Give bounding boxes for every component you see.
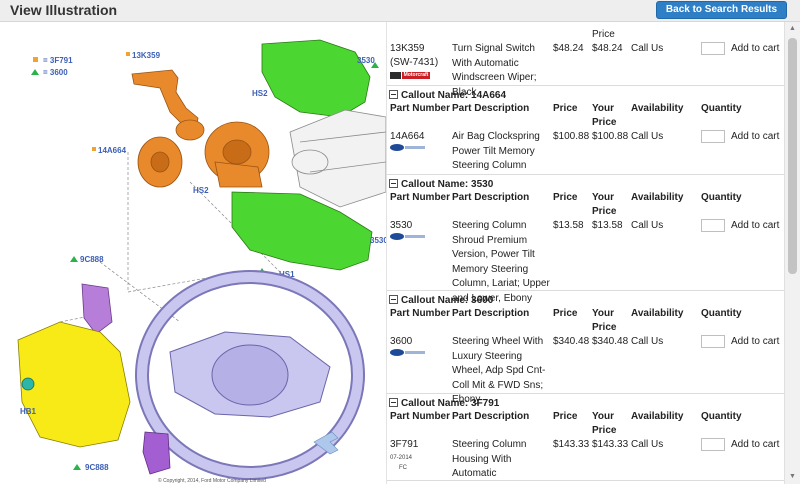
part-description-14a664: Air Bag Clockspring Power Tilt Memory St…	[452, 131, 540, 171]
your-price-13k359: $48.24	[592, 43, 623, 54]
collapse-icon[interactable]	[389, 179, 398, 188]
legend-3f791: = 3F791	[43, 56, 73, 65]
add-to-cart-3f791[interactable]: Add to cart	[731, 439, 779, 450]
collapse-icon[interactable]	[389, 295, 398, 304]
col-availability: Availability	[631, 103, 684, 114]
callout-header-3f791[interactable]: Callout Name: 3F791	[389, 397, 499, 409]
availability-3f791: Call Us	[631, 439, 664, 450]
availability-3600: Call Us	[631, 336, 664, 347]
add-to-cart-13k359[interactable]: Add to cart	[731, 43, 779, 54]
part-number-13k359: 13K359	[390, 43, 425, 54]
callout-9c888-top: 9C888	[80, 255, 104, 264]
your-price-header-tail: Price	[592, 29, 615, 40]
page-header: View Illustration Back to Search Results	[0, 0, 800, 22]
your-price-3530: $13.58	[592, 220, 623, 231]
callout-header-3530[interactable]: Callout Name: 3530	[389, 178, 493, 190]
ford-logo-icon	[390, 144, 426, 151]
ford-logo-icon	[390, 233, 426, 240]
parts-results-panel: Price 13K359 (SW-7431) Motorcraft Turn S…	[386, 22, 784, 484]
scroll-up-icon[interactable]: ▲	[785, 22, 800, 36]
col-quantity: Quantity	[701, 103, 742, 114]
availability-13k359: Call Us	[631, 43, 664, 54]
part-description-3f791: Steering Column Housing With Automatic	[452, 439, 527, 479]
callout-header-3600[interactable]: Callout Name: 3600	[389, 294, 493, 306]
part-number-3530: 3530	[390, 220, 413, 231]
price-3530: $13.58	[553, 220, 584, 231]
back-to-search-results-button[interactable]: Back to Search Results	[656, 1, 787, 19]
scroll-down-icon[interactable]: ▼	[785, 470, 800, 484]
callout-header-14a664[interactable]: Callout Name: 14A664	[389, 89, 506, 101]
motorcraft-logo-icon: Motorcraft	[390, 72, 430, 79]
ford-logo-icon	[390, 349, 426, 356]
parts-illustration: = 3F791 = 3600 13K359 14A664 HS2 HS2 353…	[0, 22, 386, 484]
availability-14a664: Call Us	[631, 131, 664, 142]
price-13k359: $48.24	[553, 43, 584, 54]
quantity-input-3600[interactable]	[701, 335, 725, 348]
collapse-icon[interactable]	[389, 90, 398, 99]
exploded-parts-diagram: = 3F791 = 3600 13K359 14A664 HS2 HS2 353…	[17, 39, 386, 484]
callout-14a664: 14A664	[98, 146, 127, 155]
price-3600: $340.48	[553, 336, 590, 347]
callout-9c888-bottom: 9C888	[85, 463, 109, 472]
part-alt-number: (SW-7431)	[390, 57, 439, 68]
quantity-input-14a664[interactable]	[701, 130, 725, 143]
switch-panel-upper	[81, 283, 113, 335]
collapse-icon[interactable]	[389, 398, 398, 407]
callout-hs2-top: HS2	[252, 89, 268, 98]
callout-hs2-mid: HS2	[193, 186, 209, 195]
col-price: Price	[553, 103, 578, 114]
copyright-text: © Copyright, 2014, Ford Motor Company Li…	[158, 477, 266, 484]
quantity-input-13k359[interactable]	[701, 42, 725, 55]
part-number-14a664: 14A664	[390, 131, 425, 142]
add-to-cart-3530[interactable]: Add to cart	[731, 220, 779, 231]
results-scrollbar[interactable]: ▲ ▼	[784, 22, 800, 484]
legend-triangle-icon	[31, 69, 39, 75]
callout-hb1: HB1	[20, 407, 37, 416]
part-description-3530: Steering Column Shroud Premium Version, …	[452, 220, 550, 304]
switch-panel-lower	[142, 431, 171, 475]
your-price-3600: $340.48	[592, 336, 629, 347]
part-number-3600: 3600	[390, 336, 413, 347]
legend-square-icon	[33, 57, 38, 62]
callout-3530-low: 3530	[370, 236, 386, 245]
price-3f791: $143.33	[553, 439, 590, 450]
your-price-3f791: $143.33	[592, 439, 629, 450]
part-number-3f791: 3F791	[390, 439, 419, 450]
availability-3530: Call Us	[631, 220, 664, 231]
col-your-price: Your Price	[592, 103, 617, 128]
col-part-number: Part Number	[390, 103, 451, 114]
airbag-module	[17, 321, 131, 448]
date-stamp: 07-2014	[390, 455, 413, 461]
upper-shroud	[261, 39, 371, 118]
scroll-thumb[interactable]	[788, 38, 797, 274]
quantity-input-3530[interactable]	[701, 219, 725, 232]
your-price-14a664: $100.88	[592, 131, 629, 142]
quantity-input-3f791[interactable]	[701, 438, 725, 451]
date-stamp-code: FC	[399, 465, 407, 471]
add-to-cart-3600[interactable]: Add to cart	[731, 336, 779, 347]
page-title: View Illustration	[10, 2, 118, 18]
callout-3530-top: 3530	[357, 56, 375, 65]
legend-3600: = 3600	[43, 68, 68, 77]
callout-13k359: 13K359	[132, 51, 161, 60]
col-description: Part Description	[452, 103, 530, 114]
add-to-cart-14a664[interactable]: Add to cart	[731, 131, 779, 142]
price-14a664: $100.88	[553, 131, 590, 142]
